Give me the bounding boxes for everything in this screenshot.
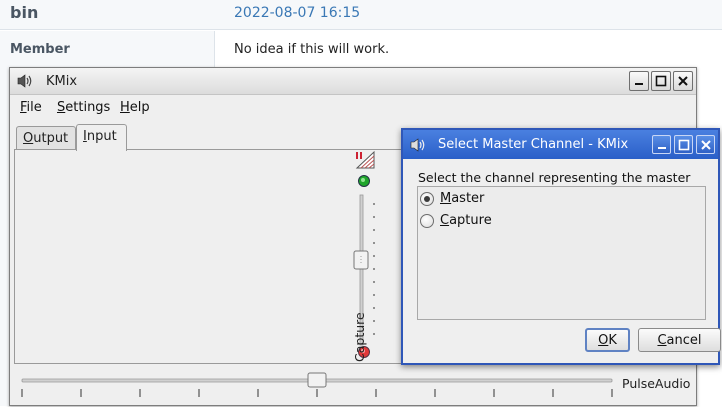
split-channel-icon[interactable] [355,150,375,169]
post-text: No idea if this will work. [234,42,390,57]
dialog-close-button[interactable] [696,135,715,154]
radio-capture[interactable]: Capture [420,212,540,232]
status-bar: PulseAudio [10,364,696,407]
tab-input[interactable]: Input [76,124,127,151]
window-title: KMix [46,74,78,89]
backend-label: PulseAudio [622,376,691,391]
radio-master-label[interactable]: Master [440,191,484,206]
radio-capture-indicator[interactable] [420,214,434,228]
forum-post-header: bin 2022-08-07 16:15 [0,0,722,30]
radio-master[interactable]: Master [420,190,540,210]
menu-settings[interactable]: Settings [57,100,110,115]
dialog-maximize-button[interactable] [674,135,693,154]
speaker-icon [410,138,425,152]
post-date[interactable]: 2022-08-07 16:15 [234,5,360,21]
close-icon [678,76,688,86]
channel-list: Master Capture [417,186,706,320]
cancel-button[interactable]: Cancel [638,328,721,352]
menu-file[interactable]: File [20,100,42,115]
menu-help[interactable]: Help [120,100,150,115]
radio-capture-label[interactable]: Capture [440,213,492,228]
kmix-titlebar[interactable]: KMix [10,68,696,95]
tab-output[interactable]: Output [16,126,76,150]
maximize-icon [655,75,667,87]
close-icon [701,140,711,150]
channel-label: Capture [352,312,367,362]
close-button[interactable] [673,71,693,91]
post-username[interactable]: bin [10,3,38,22]
user-role: Member [10,42,70,57]
maximize-button[interactable] [651,71,671,91]
radio-master-indicator[interactable] [420,192,434,206]
ok-button[interactable]: OK [585,328,630,352]
speaker-icon [17,74,32,88]
balance-ticks [21,389,613,397]
dialog-titlebar[interactable]: Select Master Channel - KMix [403,130,718,159]
maximize-icon [678,139,690,151]
volume-slider-ticks [373,203,375,335]
minimize-icon [658,147,666,149]
menubar: File Settings Help [10,96,696,120]
minimize-icon [635,83,643,85]
dialog-minimize-button[interactable] [652,135,671,154]
minimize-button[interactable] [629,71,649,91]
dialog-title: Select Master Channel - KMix [438,137,629,152]
balance-slider-handle[interactable] [307,372,327,388]
select-master-channel-dialog: Select Master Channel - KMix Select the … [401,128,721,365]
balance-slider[interactable] [20,370,620,400]
